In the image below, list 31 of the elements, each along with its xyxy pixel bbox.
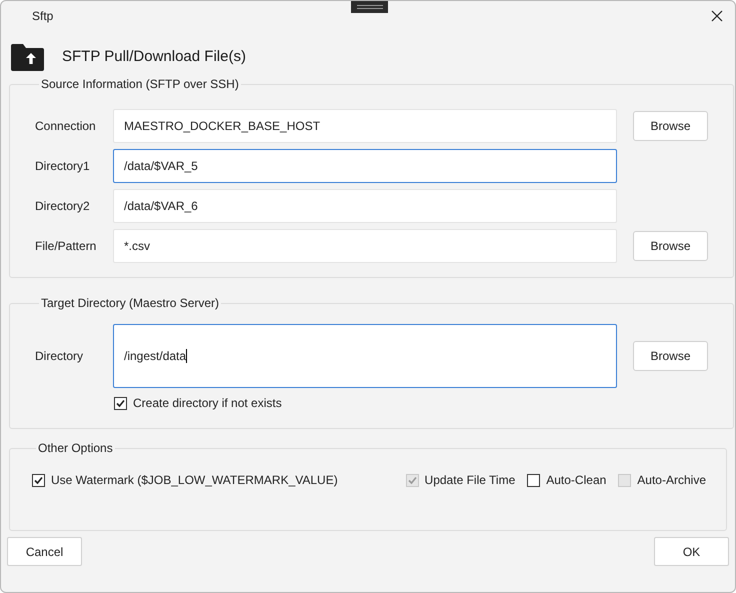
checkbox[interactable]: [527, 474, 540, 486]
browse-button[interactable]: Browse: [633, 111, 708, 141]
group-title: Source Information (SFTP over SSH): [40, 76, 240, 93]
checkbox-label: Auto-Clean: [546, 472, 606, 489]
checkbox-label: Create directory if not exists: [133, 395, 282, 412]
window-title: Sftp: [32, 8, 54, 25]
text-field[interactable]: /data/$VAR_6: [113, 189, 617, 223]
cancel-button[interactable]: Cancel: [7, 537, 82, 566]
field-label: Directory1: [35, 158, 91, 175]
checkbox-label: Update File Time: [424, 472, 516, 489]
field-label: File/Pattern: [35, 238, 98, 255]
group-title: Target Directory (Maestro Server): [40, 295, 220, 312]
browse-button[interactable]: Browse: [633, 341, 708, 371]
text-field[interactable]: /data/$VAR_5: [113, 149, 617, 183]
field-label: Connection: [35, 118, 97, 135]
text-field[interactable]: *.csv: [113, 229, 617, 263]
text-field[interactable]: /ingest/data: [113, 324, 617, 388]
group-title: Other Options: [37, 440, 114, 457]
browse-button[interactable]: Browse: [633, 231, 708, 261]
checkbox-label: Use Watermark ($JOB_LOW_WATERMARK_VALUE): [51, 472, 338, 489]
drag-handle-icon[interactable]: [351, 1, 388, 13]
folder-upload-icon: [11, 44, 44, 70]
checkbox[interactable]: [32, 474, 45, 486]
checkbox-label: Auto-Archive: [637, 472, 706, 489]
field-label: Directory: [35, 348, 84, 365]
dialog-heading: SFTP Pull/Download File(s): [62, 46, 246, 67]
checkbox[interactable]: [114, 396, 127, 410]
text-field[interactable]: MAESTRO_DOCKER_BASE_HOST: [113, 109, 617, 143]
ok-button[interactable]: OK: [654, 537, 729, 566]
field-label: Directory2: [35, 198, 91, 215]
close-icon[interactable]: [711, 10, 723, 22]
